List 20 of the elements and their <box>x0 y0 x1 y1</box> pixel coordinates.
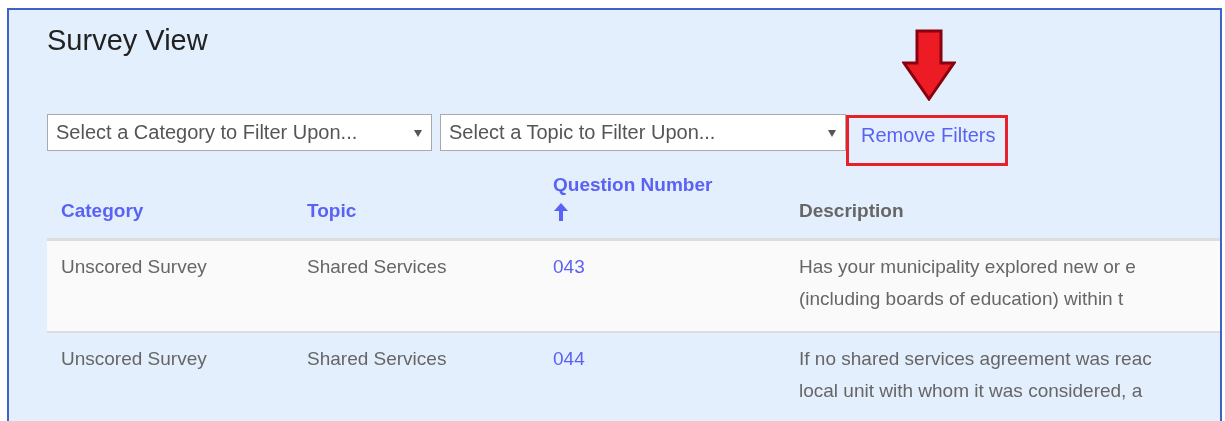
topic-cell: Shared Services <box>293 239 539 332</box>
question-number-link[interactable]: 043 <box>553 256 585 277</box>
dropdown-caret-icon <box>413 127 423 138</box>
filter-dropdown[interactable]: Select a Category to Filter Upon... <box>47 114 432 151</box>
filter-dropdown[interactable]: Select a Topic to Filter Upon... <box>440 114 846 151</box>
down-arrow-icon <box>902 29 956 101</box>
page-title: Survey View <box>47 23 208 58</box>
description-cell: If no shared services agreement was reac local unit with whom it was considered, a <box>785 332 1220 421</box>
dropdown-caret-icon <box>827 127 837 138</box>
column-header: Description <box>799 200 905 222</box>
column-header[interactable]: Topic <box>307 200 525 222</box>
description-cell: Has your municipality explored new or e (including boards of education) within t <box>785 239 1220 332</box>
column-header[interactable]: Category <box>61 200 279 222</box>
column-header[interactable]: Question Number <box>553 174 771 196</box>
sort-up-arrow-icon[interactable] <box>553 202 569 222</box>
remove-filters-link[interactable]: Remove Filters <box>861 124 996 146</box>
question-number-link[interactable]: 044 <box>553 348 585 369</box>
topic-cell: Shared Services <box>293 332 539 421</box>
category-cell: Unscored Survey <box>47 332 293 421</box>
category-cell: Unscored Survey <box>47 239 293 332</box>
